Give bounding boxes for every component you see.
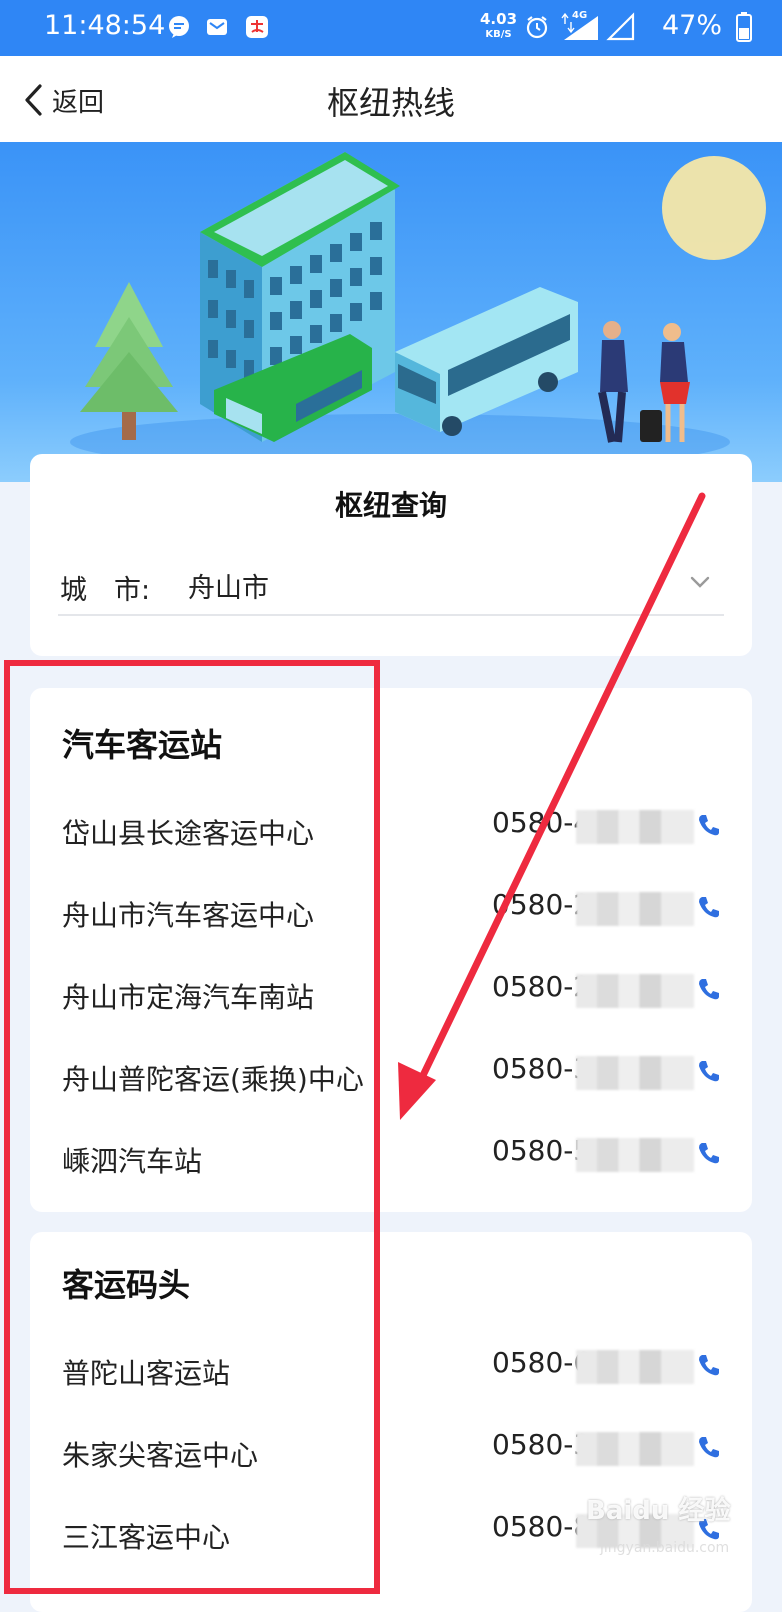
list-item[interactable]: 岱山县长途客运中心 0580-4 bbox=[30, 788, 752, 872]
phone-redaction bbox=[576, 974, 694, 1008]
transport-hub-illustration bbox=[70, 152, 766, 470]
status-time: 11:48:54 bbox=[44, 10, 166, 41]
phone-icon[interactable] bbox=[696, 812, 722, 838]
phone-redaction bbox=[576, 1432, 694, 1466]
navigation-header: 返回 枢纽热线 bbox=[0, 56, 782, 142]
phone-icon[interactable] bbox=[696, 894, 722, 920]
phone-icon[interactable] bbox=[696, 976, 722, 1002]
status-bar: 11:48:54 4.03 KB/S 4G 47% bbox=[0, 0, 782, 56]
watermark-url: jingyan.baidu.com bbox=[600, 1540, 730, 1556]
network-speed: 4.03 KB/S bbox=[480, 10, 518, 41]
station-name: 舟山市汽车客运中心 bbox=[62, 899, 315, 932]
phone-icon[interactable] bbox=[696, 1352, 722, 1378]
hub-query-card: 枢纽查询 城 市: 舟山市 bbox=[30, 454, 752, 656]
pier-name: 普陀山客运站 bbox=[62, 1357, 231, 1390]
phone-icon[interactable] bbox=[696, 1140, 722, 1166]
section-title-bus-stations: 汽车客运站 bbox=[62, 726, 223, 764]
pier-name: 三江客运中心 bbox=[62, 1521, 231, 1554]
list-item[interactable]: 舟山市定海汽车南站 0580-2 bbox=[30, 952, 752, 1036]
chat-icon bbox=[169, 16, 189, 38]
hub-banner-illustration bbox=[0, 142, 782, 482]
station-name: 岱山县长途客运中心 bbox=[62, 817, 315, 850]
list-item[interactable]: 舟山普陀客运(乘换)中心 0580-3 bbox=[30, 1034, 752, 1118]
station-name: 舟山普陀客运(乘换)中心 bbox=[62, 1063, 364, 1096]
battery-percent: 47% bbox=[662, 10, 723, 41]
phone-redaction bbox=[576, 892, 694, 926]
alarm-icon bbox=[526, 16, 548, 39]
phone-redaction bbox=[576, 1138, 694, 1172]
station-name: 嵊泗汽车站 bbox=[62, 1145, 203, 1178]
signal-4g-icon: 4G bbox=[560, 10, 602, 48]
phone-icon[interactable] bbox=[696, 1058, 722, 1084]
city-select[interactable]: 城 市: 舟山市 bbox=[58, 554, 724, 616]
pier-name: 朱家尖客运中心 bbox=[62, 1439, 259, 1472]
list-item[interactable]: 舟山市汽车客运中心 0580-2 bbox=[30, 870, 752, 954]
city-value: 舟山市 bbox=[188, 573, 269, 604]
mail-icon bbox=[207, 19, 227, 35]
phone-redaction bbox=[576, 1056, 694, 1090]
watermark-logo: Baidu 经验 bbox=[586, 1496, 731, 1526]
phone-icon[interactable] bbox=[696, 1434, 722, 1460]
battery-icon bbox=[736, 12, 752, 42]
list-item[interactable]: 普陀山客运站 0580-6 bbox=[30, 1328, 752, 1412]
section-title-piers: 客运码头 bbox=[62, 1266, 191, 1304]
signal-icon bbox=[606, 12, 635, 41]
phone-redaction bbox=[576, 1350, 694, 1384]
city-label: 城 市: bbox=[60, 575, 151, 606]
chevron-down-icon bbox=[690, 576, 710, 588]
list-item[interactable]: 嵊泗汽车站 0580-5 bbox=[30, 1116, 752, 1200]
list-item[interactable]: 朱家尖客运中心 0580-3 bbox=[30, 1410, 752, 1494]
phone-redaction bbox=[576, 810, 694, 844]
page-title: 枢纽热线 bbox=[326, 84, 455, 122]
alipay-icon bbox=[246, 16, 268, 38]
query-title: 枢纽查询 bbox=[334, 489, 447, 522]
bus-stations-card: 汽车客运站 岱山县长途客运中心 0580-4 舟山市汽车客运中心 0580-2 … bbox=[30, 688, 752, 1212]
station-name: 舟山市定海汽车南站 bbox=[62, 981, 315, 1014]
